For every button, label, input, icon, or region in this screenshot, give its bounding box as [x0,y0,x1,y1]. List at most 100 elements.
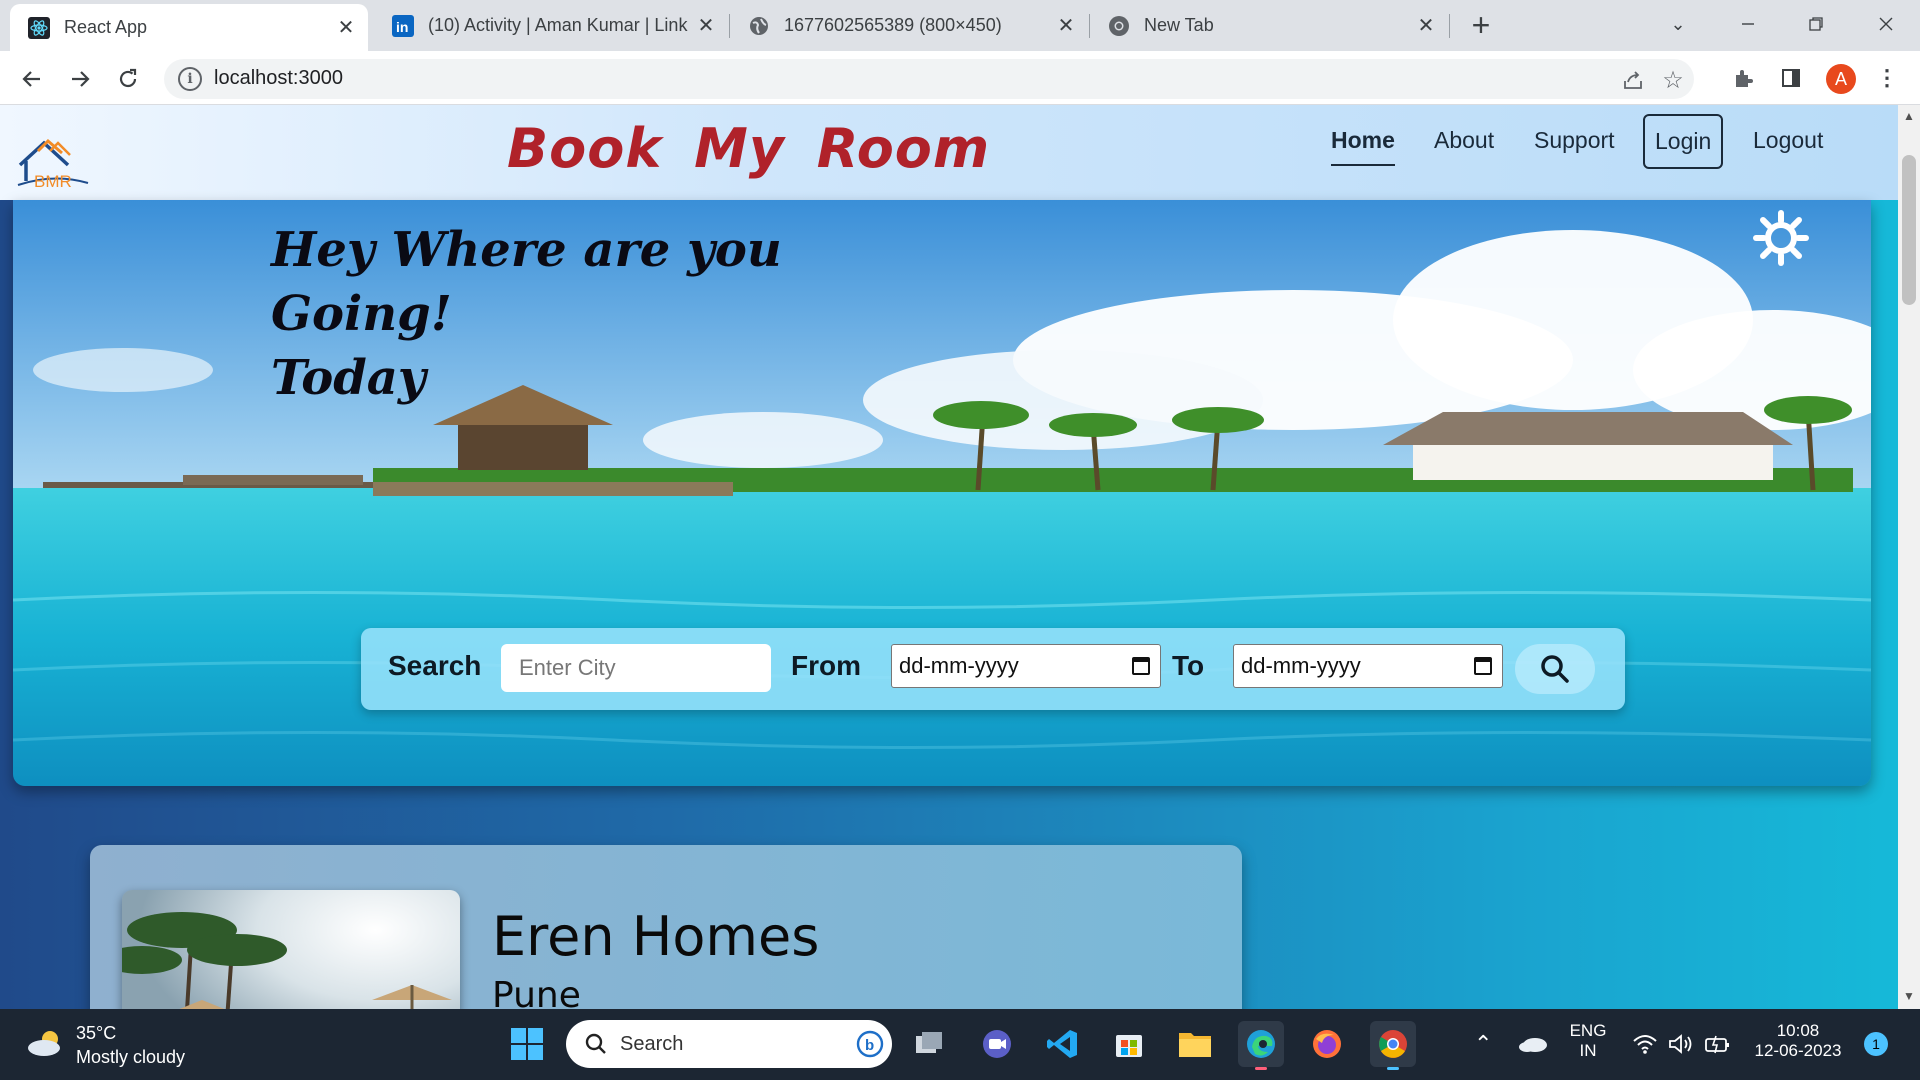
firefox-icon[interactable] [1304,1021,1350,1067]
search-bar: Search From dd-mm-yyyy To dd-mm-yyyy [361,628,1625,710]
close-icon[interactable]: ✕ [1414,14,1438,38]
task-view-icon[interactable] [906,1021,952,1067]
tab-title: New Tab [1144,15,1214,35]
windows-taskbar: 35°C Mostly cloudy Search b ⌃ ENG IN 10:… [0,1009,1920,1080]
file-explorer-icon[interactable] [1172,1021,1218,1067]
scrollbar-thumb[interactable] [1902,155,1916,305]
sun-icon[interactable] [1753,210,1809,266]
bookmark-star-icon[interactable]: ☆ [1660,67,1686,94]
address-url[interactable]: localhost:3000 [214,67,343,90]
wifi-icon[interactable] [1632,1033,1658,1060]
volume-icon[interactable] [1668,1033,1694,1060]
logo-text: BMR [34,172,72,191]
taskbar-search-text: Search [620,1033,684,1055]
cloudy-weather-icon [28,1031,60,1056]
hero-banner: Hey Where are you Going! Today Search Fr… [13,200,1871,786]
from-label: From [791,650,861,681]
bmr-logo[interactable]: BMR [14,129,94,195]
site-info-icon[interactable]: i [178,67,202,91]
start-button[interactable] [504,1021,550,1067]
weather-widget[interactable]: 35°C Mostly cloudy [26,1019,246,1071]
tab-image[interactable]: 1677602565389 (800×450) ✕ [730,0,1088,51]
search-label: Search [388,650,482,681]
tab-title: React App [64,17,148,37]
calendar-icon[interactable] [1474,657,1492,675]
search-icon [585,1033,606,1054]
share-icon[interactable] [1620,67,1646,93]
bing-icon: b [856,1030,884,1058]
notification-badge[interactable]: 1 [1864,1032,1888,1056]
language-code: ENG [1569,1021,1607,1040]
svg-text:b: b [865,1037,874,1054]
react-icon [28,16,50,39]
chrome-icon[interactable] [1370,1021,1416,1070]
site-navbar: BMR Book My Room Home About Support Logi… [0,105,1898,200]
hotel-name[interactable]: Eren Homes [492,905,819,968]
hero-title-line-1: Hey Where are you Going! [271,222,782,342]
clock[interactable]: 10:08 12-06-2023 [1748,1021,1848,1061]
minimize-button[interactable] [1728,6,1768,42]
close-icon[interactable]: ✕ [334,16,358,40]
tab-title: (10) Activity | Aman Kumar | Linke [428,15,688,35]
nav-home-link[interactable]: Home [1331,127,1395,166]
chrome-icon [1108,15,1130,37]
to-label: To [1172,650,1205,681]
hotel-card[interactable]: Eren Homes Pune [90,845,1242,1009]
address-bar[interactable]: i localhost:3000 ☆ [164,59,1694,99]
page-scrollbar[interactable]: ▲ ▼ [1898,105,1920,1009]
linkedin-icon: in [392,14,414,37]
running-indicator [1387,1067,1399,1070]
tab-new-tab[interactable]: New Tab ✕ [1090,0,1448,51]
back-button[interactable] [16,63,48,95]
nav-login-button[interactable]: Login [1643,114,1724,169]
page-viewport: BMR Book My Room Home About Support Logi… [0,105,1898,1009]
hotel-image[interactable] [122,890,460,1009]
clock-date: 12-06-2023 [1754,1041,1842,1060]
nav-logout-link[interactable]: Logout [1753,127,1823,154]
menu-kebab-icon[interactable]: ⋮ [1874,65,1900,91]
hotel-city: Pune [492,975,581,1009]
weather-description: Mostly cloudy [76,1047,186,1067]
extensions-icon[interactable] [1730,65,1756,91]
tab-title: 1677602565389 (800×450) [784,15,1002,35]
edge-icon[interactable] [1238,1021,1284,1070]
running-indicator [1255,1067,1267,1070]
search-icon [1541,655,1569,683]
nav-about-link[interactable]: About [1434,127,1494,154]
globe-icon [748,15,770,37]
meet-icon[interactable] [974,1021,1020,1067]
new-tab-button[interactable]: + [1464,9,1498,44]
vscode-icon[interactable] [1040,1021,1086,1067]
from-date-input[interactable]: dd-mm-yyyy [891,644,1161,688]
chevron-up-icon[interactable]: ⌃ [1474,1031,1492,1057]
close-icon[interactable]: ✕ [1054,14,1078,38]
to-date-input[interactable]: dd-mm-yyyy [1233,644,1503,688]
taskbar-search-box[interactable]: Search b [566,1020,892,1068]
nav-support-link[interactable]: Support [1534,127,1615,154]
region-code: IN [1579,1041,1597,1060]
brand-title: Book My Room [507,117,991,180]
scroll-up-arrow-icon[interactable]: ▲ [1903,109,1915,123]
scroll-down-arrow-icon[interactable]: ▼ [1903,989,1915,1003]
tab-linkedin[interactable]: in (10) Activity | Aman Kumar | Linke ✕ [374,0,728,51]
onedrive-icon[interactable] [1518,1035,1548,1058]
profile-avatar[interactable]: A [1826,64,1856,94]
close-icon[interactable]: ✕ [694,14,718,38]
side-panel-icon[interactable] [1778,65,1804,91]
battery-icon[interactable] [1704,1033,1732,1060]
search-button[interactable] [1515,644,1595,694]
restore-button[interactable] [1796,6,1836,42]
tab-react-app[interactable]: React App ✕ [10,4,368,51]
hero-title: Hey Where are you Going! Today [271,218,971,410]
calendar-icon[interactable] [1132,657,1150,675]
tab-search-chevron-icon[interactable]: ⌄ [1658,6,1698,42]
reload-button[interactable] [112,63,144,95]
language-indicator[interactable]: ENG IN [1566,1021,1610,1061]
microsoft-store-icon[interactable] [1106,1021,1152,1067]
browser-tab-strip: React App ✕ in (10) Activity | Aman Kuma… [0,0,1920,51]
city-input[interactable] [501,644,771,692]
close-window-button[interactable] [1866,6,1906,42]
clock-time: 10:08 [1776,1021,1820,1040]
forward-button[interactable] [64,63,96,95]
tab-separator [1449,14,1450,38]
